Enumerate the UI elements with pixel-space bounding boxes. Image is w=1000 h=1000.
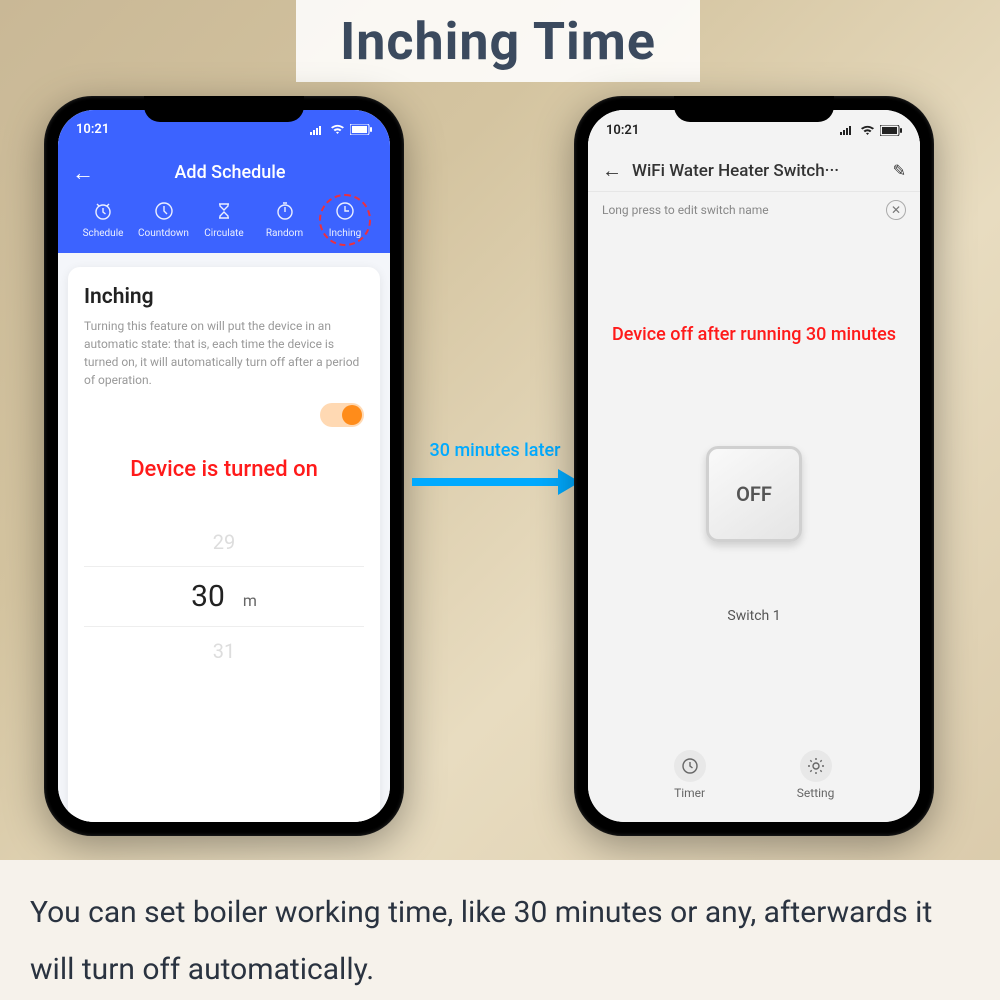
alarm-icon <box>92 200 114 222</box>
tab-row: Schedule Countdown Circulate Random <box>72 190 376 239</box>
header-title: Add Schedule <box>106 162 354 183</box>
picker-selected: 30 m <box>84 566 364 627</box>
clock-icon <box>674 750 706 782</box>
tab-schedule[interactable]: Schedule <box>74 200 132 239</box>
nav-timer[interactable]: Timer <box>674 750 706 800</box>
schedule-header: ← Add Schedule Schedule Countdown Circul… <box>58 150 390 253</box>
wifi-icon <box>330 124 345 135</box>
arrow-annotation: 30 minutes later <box>410 440 580 497</box>
status-icons <box>840 125 902 136</box>
tab-label: Schedule <box>83 228 124 239</box>
phone-screen-right: 10:21 ← WiFi Water Heater Switch··· ✎ Lo… <box>588 110 920 822</box>
inching-toggle[interactable] <box>320 403 364 427</box>
inching-card: Inching Turning this feature on will put… <box>68 267 380 822</box>
status-time: 10:21 <box>606 123 639 138</box>
battery-icon <box>880 125 902 136</box>
card-description: Turning this feature on will put the dev… <box>84 317 364 389</box>
tab-label: Countdown <box>138 228 189 239</box>
phone-left: 10:21 ← Add Schedule Schedule <box>44 96 404 836</box>
annotation-device-off: Device off after running 30 minutes <box>588 324 920 345</box>
phone-right: 10:21 ← WiFi Water Heater Switch··· ✎ Lo… <box>574 96 934 836</box>
nav-label: Timer <box>674 786 705 800</box>
status-time: 10:21 <box>76 122 109 137</box>
nav-setting[interactable]: Setting <box>797 750 835 800</box>
arrow-icon <box>410 467 580 497</box>
timer-icon <box>274 200 296 222</box>
arrow-label: 30 minutes later <box>430 440 561 461</box>
hint-row: Long press to edit switch name ✕ <box>588 192 920 228</box>
gear-icon <box>800 750 832 782</box>
card-title: Inching <box>84 285 364 309</box>
banner-title: Inching Time <box>296 0 700 82</box>
picker-unit: m <box>243 591 257 610</box>
picker-next: 31 <box>84 627 364 675</box>
bottom-nav: Timer Setting <box>588 740 920 814</box>
device-header: ← WiFi Water Heater Switch··· ✎ <box>588 150 920 192</box>
nav-label: Setting <box>797 786 835 800</box>
tab-inching[interactable]: Inching <box>316 200 374 239</box>
tab-label: Random <box>266 228 303 239</box>
phone-notch <box>144 96 304 122</box>
status-icons <box>310 124 372 135</box>
hint-text: Long press to edit switch name <box>602 203 769 217</box>
wifi-icon <box>860 125 875 136</box>
close-icon[interactable]: ✕ <box>886 200 906 220</box>
device-body: Device off after running 30 minutes OFF … <box>588 228 920 822</box>
signal-icon <box>840 125 855 135</box>
power-button[interactable]: OFF <box>706 446 802 542</box>
tab-label: Circulate <box>204 228 243 239</box>
tab-label: Inching <box>329 228 362 239</box>
time-picker[interactable]: 29 30 m 31 <box>84 518 364 675</box>
tab-countdown[interactable]: Countdown <box>135 200 193 239</box>
tab-random[interactable]: Random <box>256 200 314 239</box>
footer-text: You can set boiler working time, like 30… <box>0 860 1000 1000</box>
tab-circulate[interactable]: Circulate <box>195 200 253 239</box>
signal-icon <box>310 125 325 135</box>
edit-icon[interactable]: ✎ <box>893 161 906 180</box>
switch-label: Switch 1 <box>727 608 780 624</box>
back-icon[interactable]: ← <box>602 158 622 183</box>
annotation-device-on: Device is turned on <box>84 457 364 482</box>
picker-value: 30 <box>191 579 225 614</box>
hourglass-icon <box>213 200 235 222</box>
device-title: WiFi Water Heater Switch··· <box>632 161 883 181</box>
clock-icon <box>153 200 175 222</box>
phone-notch <box>674 96 834 122</box>
back-icon[interactable]: ← <box>72 160 94 186</box>
picker-prev: 29 <box>84 518 364 566</box>
phone-screen-left: 10:21 ← Add Schedule Schedule <box>58 110 390 822</box>
battery-icon <box>350 124 372 135</box>
clock-icon <box>334 200 356 222</box>
